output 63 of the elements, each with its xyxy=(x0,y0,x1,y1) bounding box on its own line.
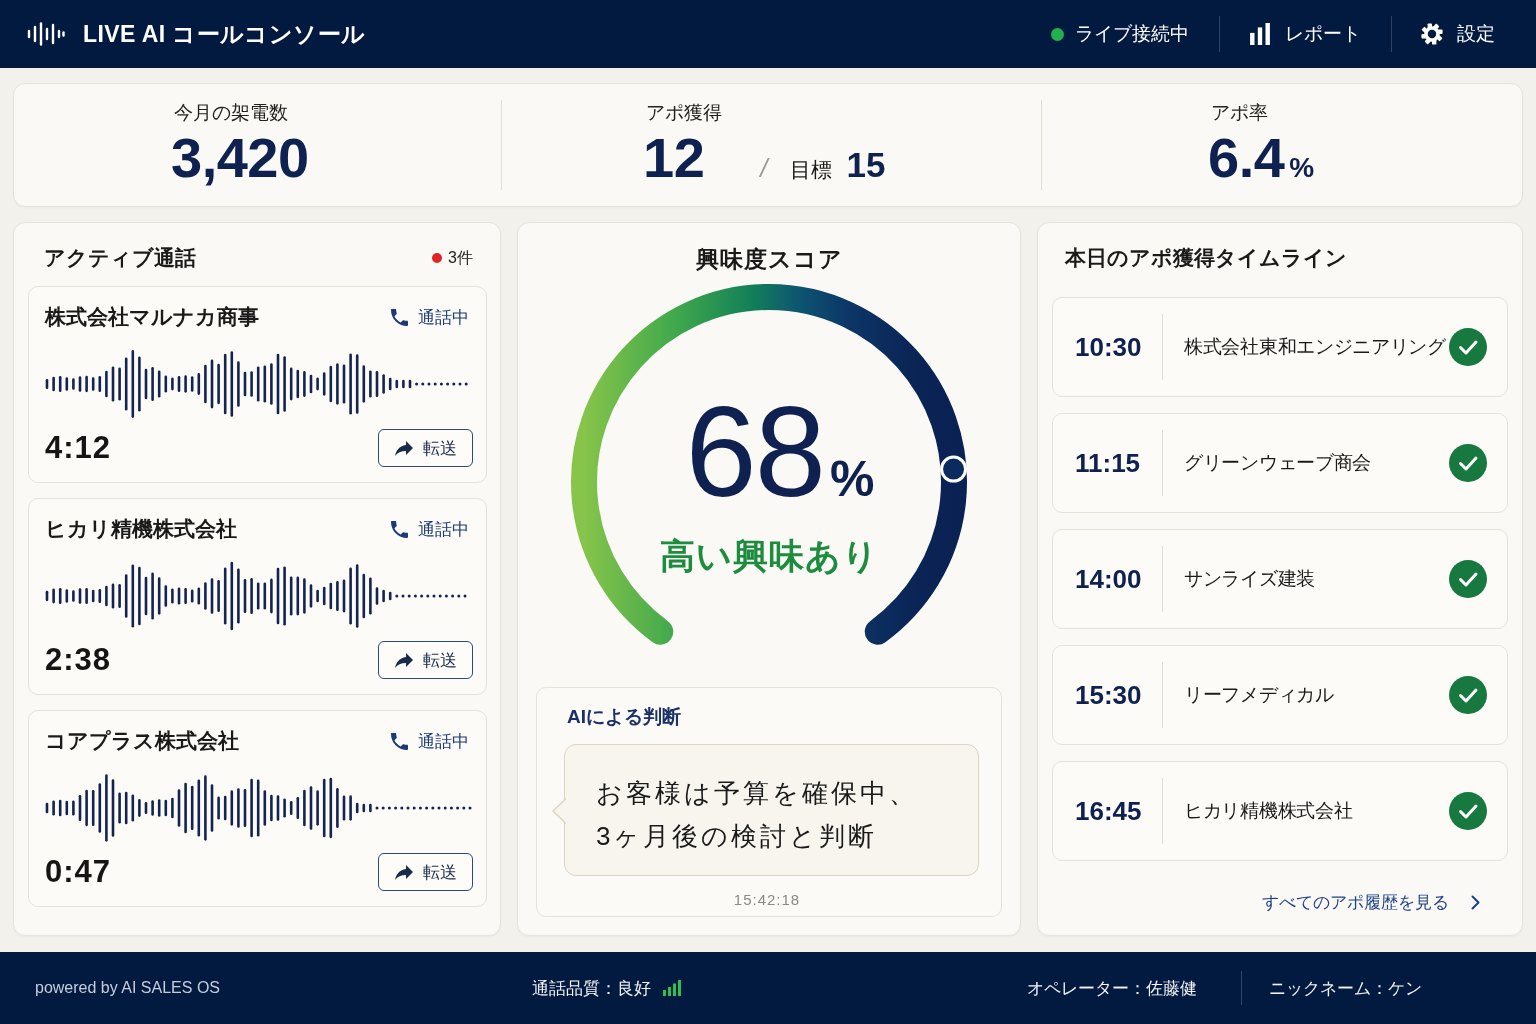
judgment-timestamp: 15:42:18 xyxy=(733,890,801,910)
company-name: 株式会社マルナカ商事 xyxy=(45,304,259,330)
stat-value: 3,420 xyxy=(171,126,309,190)
forward-arrow-icon xyxy=(394,864,413,880)
stat-value: 6.4 xyxy=(1208,126,1285,190)
settings-icon xyxy=(1421,23,1443,45)
score-verdict: 高い興味あり xyxy=(659,535,879,577)
app-title: LIVE AI コールコンソール xyxy=(83,19,366,49)
appointment-time: 11:15 xyxy=(1075,447,1142,479)
company-name: ヒカリ精機株式会社 xyxy=(45,516,237,542)
phone-icon xyxy=(391,308,408,326)
stat-label: アポ率 xyxy=(1211,101,1268,125)
appointment-time: 10:30 xyxy=(1075,331,1143,363)
call-status: 通話中 xyxy=(418,518,469,541)
forward-arrow-icon xyxy=(394,440,413,456)
waveform-logo-icon xyxy=(27,22,65,46)
ai-judgment-label: AIによる判断 xyxy=(567,705,681,729)
call-quality: 通話品質：良好 xyxy=(532,977,651,1000)
appointment-company: グリーンウェーブ商会 xyxy=(1184,451,1371,475)
history-link[interactable]: すべてのアポ履歴を見る xyxy=(1262,891,1480,914)
operator-nickname: ニックネーム：ケン xyxy=(1269,977,1422,1000)
stat-separator: / xyxy=(760,153,768,184)
panel-title: 本日のアポ獲得タイムライン xyxy=(1065,245,1347,271)
phone-icon xyxy=(391,520,408,538)
panel-title: 興味度スコア xyxy=(695,245,843,274)
powered-by-text: powered by AI SALES OS xyxy=(35,979,220,997)
operator-name: オペレーター：佐藤健 xyxy=(1027,977,1197,1000)
bar-chart-icon xyxy=(1249,23,1271,45)
call-duration: 0:47 xyxy=(45,854,112,890)
score-unit: % xyxy=(829,450,875,508)
ai-judgment-text: お客様は予算を確保中、 3ヶ月後の検討と判断 xyxy=(596,777,919,853)
appointment-time: 15:30 xyxy=(1075,679,1143,711)
stat-label: アポ獲得 xyxy=(646,101,722,125)
chevron-right-icon xyxy=(1471,895,1480,910)
transfer-button[interactable]: 転送 xyxy=(378,853,473,891)
live-indicator-icon xyxy=(432,253,443,263)
company-name: コアプラス株式会社 xyxy=(45,728,239,754)
phone-icon xyxy=(391,732,408,750)
stat-unit: % xyxy=(1289,152,1315,184)
call-duration: 2:38 xyxy=(45,642,112,678)
connection-status: ライブ接続中 xyxy=(1075,22,1189,46)
appointment-company: ヒカリ精機株式会社 xyxy=(1184,799,1353,823)
panel-title: アクティブ通話 xyxy=(44,245,196,271)
appointment-time: 16:45 xyxy=(1075,795,1143,827)
score-value: 68 xyxy=(685,392,824,512)
transfer-button[interactable]: 転送 xyxy=(378,641,473,679)
call-status: 通話中 xyxy=(418,730,469,753)
stat-label: 今月の架電数 xyxy=(174,101,288,125)
appointment-time: 14:00 xyxy=(1075,563,1143,595)
target-value: 15 xyxy=(846,145,886,185)
call-count: 3件 xyxy=(448,247,473,268)
nav-button[interactable]: レポート xyxy=(1249,21,1361,47)
appointment-company: 株式会社東和エンジニアリング xyxy=(1184,335,1446,359)
stat-value: 12 xyxy=(643,126,705,190)
appointment-company: リーフメディカル xyxy=(1184,683,1334,707)
appointment-company: サンライズ建装 xyxy=(1184,567,1315,591)
nav-button[interactable]: 設定 xyxy=(1421,21,1495,47)
signal-bars-icon xyxy=(663,980,681,996)
call-duration: 4:12 xyxy=(45,430,112,466)
transfer-button[interactable]: 転送 xyxy=(378,429,473,467)
call-status: 通話中 xyxy=(418,306,469,329)
target-label: 目標 xyxy=(789,157,832,183)
forward-arrow-icon xyxy=(394,652,413,668)
